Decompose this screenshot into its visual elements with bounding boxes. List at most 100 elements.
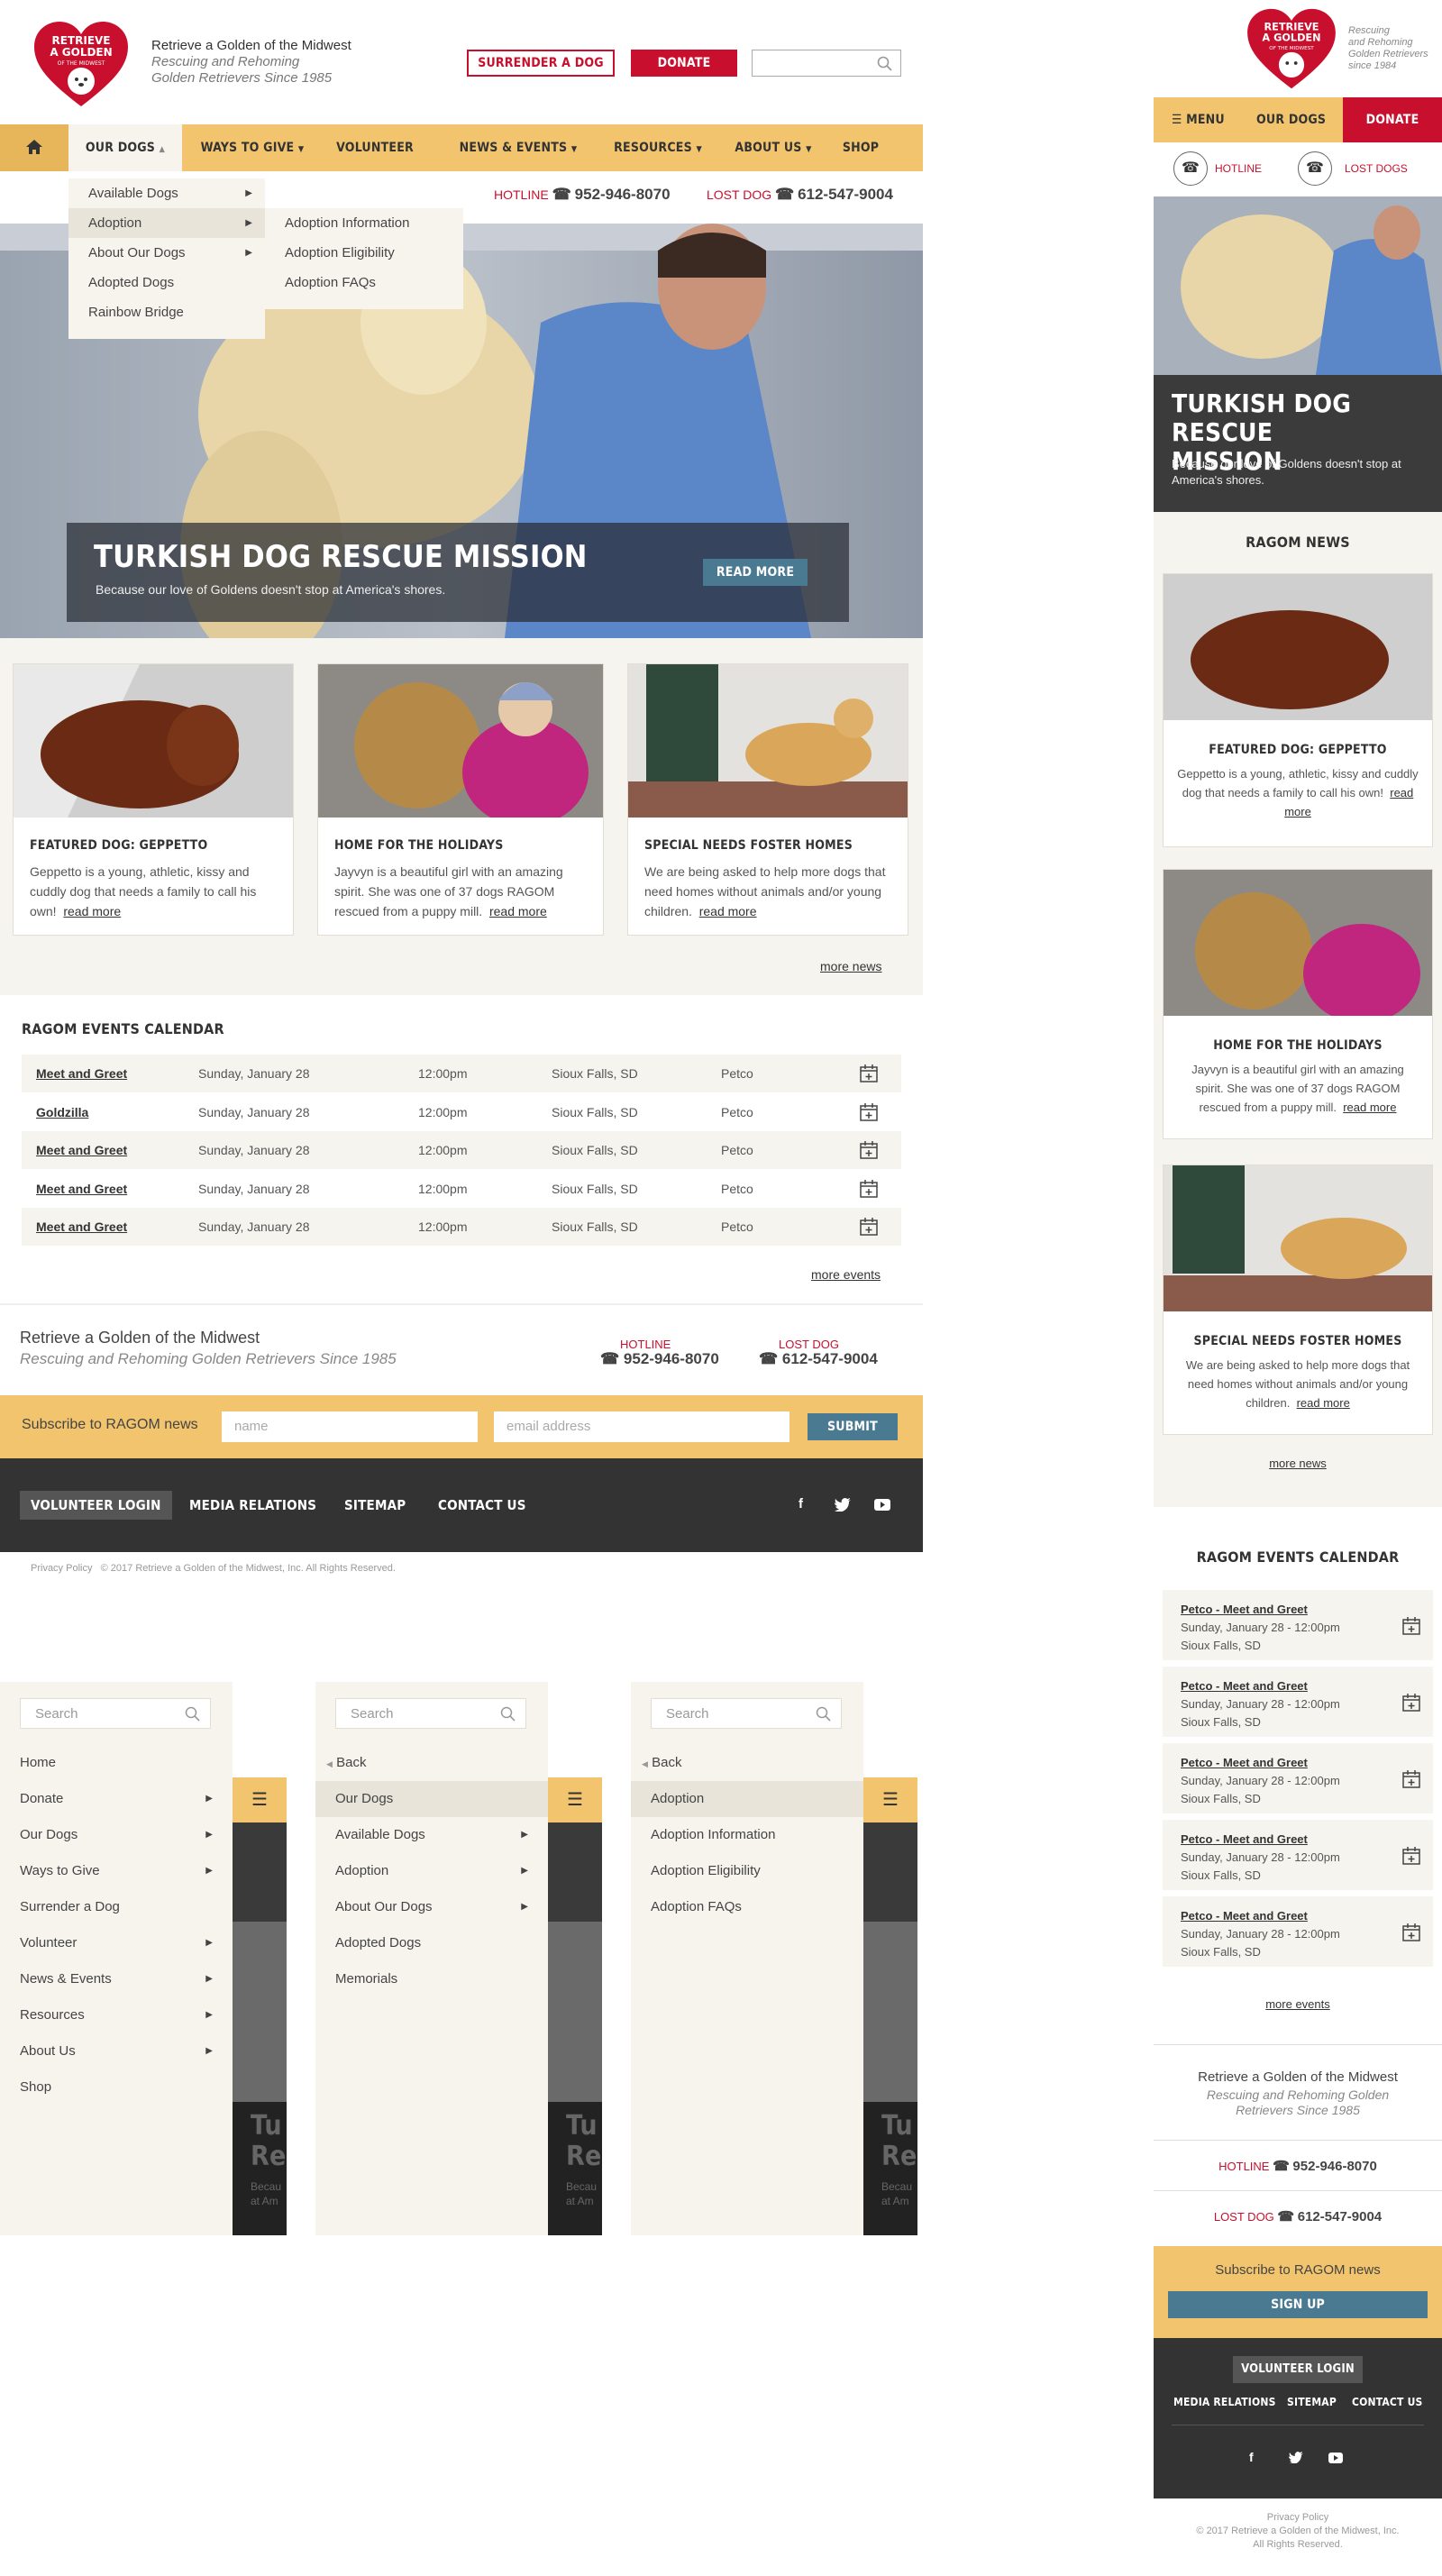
drawer-menu-item[interactable]: Shop (0, 2069, 233, 2106)
lostdog-desktop[interactable]: LOST DOG ☎ 612-547-9004 (707, 186, 893, 204)
add-to-calendar-icon[interactable] (860, 1141, 878, 1159)
facebook-icon[interactable]: f (799, 1496, 803, 1512)
drawer-menu-item[interactable]: About Our Dogs ▶ (315, 1889, 548, 1925)
privacy-link[interactable]: Privacy Policy (31, 1563, 92, 1574)
add-to-calendar-icon[interactable] (1402, 1847, 1420, 1865)
mobile-news-card[interactable]: Featured Dog: Geppetto Geppetto is a youn… (1163, 573, 1433, 847)
mobile-lostdog-phone-icon[interactable]: ☎ (1298, 151, 1332, 186)
drawer-menu-item[interactable]: Adoption ▶ (315, 1853, 548, 1889)
subscribe-email-input[interactable]: email address (494, 1411, 789, 1442)
mobile-signup-button[interactable]: Sign Up (1168, 2291, 1428, 2318)
add-to-calendar-icon[interactable] (860, 1102, 878, 1121)
nav-news-events[interactable]: News & Events ▼ (451, 124, 586, 171)
dd-adoption-info[interactable]: Adoption Information (265, 208, 463, 238)
mobile-hotline-phone-icon[interactable]: ☎ (1173, 151, 1208, 186)
logo-heart-icon[interactable]: RETRIEVE A GOLDEN OF THE MIDWEST (32, 20, 130, 110)
mobile-logo-icon[interactable]: RETRIEVE A GOLDEN OF THE MIDWEST (1244, 7, 1339, 92)
twitter-icon[interactable] (1289, 2452, 1303, 2463)
mobile-event-name-link[interactable]: Petco - Meet and Greet (1181, 1754, 1433, 1772)
more-news-link[interactable]: more news (820, 959, 881, 973)
hamburger-icon[interactable]: ☰ (863, 1777, 917, 1822)
search-icon[interactable] (877, 56, 893, 72)
mobile-media-relations[interactable]: Media Relations (1173, 2396, 1276, 2408)
drawer-menu-item[interactable]: Adoption FAQs (631, 1889, 863, 1925)
drawer-menu-item[interactable]: Donate ▶ (0, 1781, 233, 1817)
youtube-icon[interactable] (874, 1499, 890, 1511)
mobile-volunteer-login[interactable]: Volunteer Login (1233, 2356, 1363, 2383)
dd-rainbow-bridge[interactable]: Rainbow Bridge (68, 297, 265, 327)
read-more-link[interactable]: read more (1343, 1101, 1396, 1114)
add-to-calendar-icon[interactable] (1402, 1694, 1420, 1712)
contact-us-link[interactable]: Contact Us (438, 1491, 526, 1520)
donate-button[interactable]: Donate (631, 50, 737, 77)
dd-adopted-dogs[interactable]: Adopted Dogs (68, 268, 265, 297)
mobile-news-card[interactable]: Home for the Holidays Jayvyn is a beautif… (1163, 869, 1433, 1139)
footer-lostdog[interactable]: ☎ 612-547-9004 (759, 1350, 878, 1368)
hamburger-icon[interactable]: ☰ (548, 1777, 602, 1822)
add-to-calendar-icon[interactable] (860, 1179, 878, 1198)
drawer-menu-item[interactable]: Our Dogs ▶ (0, 1817, 233, 1853)
nav-about-us[interactable]: About Us ▼ (728, 124, 818, 171)
mobile-hotline-label[interactable]: HOTLINE (1215, 162, 1262, 175)
surrender-dog-button[interactable]: Surrender a Dog (467, 50, 615, 77)
mobile-more-events-link[interactable]: more events (1154, 1997, 1442, 2011)
hotline-desktop[interactable]: HOTLINE ☎ 952-946-8070 (494, 186, 671, 204)
read-more-link[interactable]: read more (63, 904, 121, 918)
more-events-link[interactable]: more events (811, 1267, 881, 1282)
add-to-calendar-icon[interactable] (860, 1064, 878, 1082)
drawer-search-input[interactable]: Search (651, 1698, 842, 1729)
event-name-link[interactable]: Meet and Greet (36, 1208, 127, 1246)
mobile-event-name-link[interactable]: Petco - Meet and Greet (1181, 1907, 1433, 1925)
drawer-menu-item[interactable]: Adopted Dogs (315, 1925, 548, 1961)
news-card[interactable]: Home for the Holidays Jayvyn is a beauti… (317, 663, 604, 936)
dd-adoption[interactable]: Adoption ▶ (68, 208, 265, 238)
subscribe-name-input[interactable]: name (222, 1411, 478, 1442)
mobile-sitemap[interactable]: Sitemap (1287, 2396, 1337, 2408)
dd-about-our-dogs[interactable]: About Our Dogs ▶ (68, 238, 265, 268)
drawer-search-input[interactable]: Search (20, 1698, 211, 1729)
hero-read-more-button[interactable]: Read More (703, 559, 808, 586)
nav-home[interactable] (0, 124, 68, 171)
drawer-back-button[interactable]: ◀ Back (315, 1745, 548, 1781)
drawer-menu-item[interactable]: Adoption Information (631, 1817, 863, 1853)
drawer-search-input[interactable]: Search (335, 1698, 526, 1729)
mobile-menu-button[interactable]: ☰ Menu (1172, 97, 1225, 142)
read-more-link[interactable]: read more (1297, 1396, 1350, 1410)
footer-hotline[interactable]: ☎ 952-946-8070 (600, 1350, 719, 1368)
drawer-menu-item[interactable]: Memorials (315, 1961, 548, 1997)
nav-resources[interactable]: Resources ▼ (604, 124, 712, 171)
add-to-calendar-icon[interactable] (1402, 1770, 1420, 1788)
nav-volunteer[interactable]: Volunteer (323, 124, 427, 171)
add-to-calendar-icon[interactable] (860, 1218, 878, 1236)
volunteer-login-link[interactable]: Volunteer Login (20, 1491, 172, 1520)
mobile-event-name-link[interactable]: Petco - Meet and Greet (1181, 1601, 1433, 1619)
read-more-link[interactable]: read more (699, 904, 757, 918)
media-relations-link[interactable]: Media Relations (189, 1491, 316, 1520)
drawer-menu-item[interactable]: Adoption Eligibility (631, 1853, 863, 1889)
event-name-link[interactable]: Goldzilla (36, 1093, 88, 1131)
event-name-link[interactable]: Meet and Greet (36, 1131, 127, 1169)
twitter-icon[interactable] (835, 1498, 851, 1512)
read-more-link[interactable]: read more (489, 904, 547, 918)
nav-ways-to-give[interactable]: Ways to Give ▼ (189, 124, 315, 171)
mobile-our-dogs[interactable]: Our Dogs (1256, 97, 1326, 142)
facebook-icon[interactable]: f (1249, 2450, 1254, 2464)
hamburger-icon[interactable]: ☰ (233, 1777, 287, 1822)
mobile-footer-hotline[interactable]: HOTLINE ☎ 952-946-8070 (1154, 2158, 1442, 2174)
news-card[interactable]: Featured Dog: Geppetto Geppetto is a you… (13, 663, 294, 936)
search-icon[interactable] (185, 1706, 201, 1722)
nav-our-dogs[interactable]: Our Dogs ▲ (68, 124, 182, 171)
mobile-more-news-link[interactable]: more news (1154, 1457, 1442, 1470)
drawer-menu-item[interactable]: Resources ▶ (0, 1997, 233, 2033)
drawer-menu-item[interactable]: Our Dogs (315, 1781, 548, 1817)
event-name-link[interactable]: Meet and Greet (36, 1055, 127, 1092)
mobile-donate-button[interactable]: Donate (1343, 97, 1442, 142)
search-icon[interactable] (816, 1706, 832, 1722)
sitemap-link[interactable]: Sitemap (344, 1491, 406, 1520)
mobile-privacy-link[interactable]: Privacy Policy (1154, 2511, 1442, 2525)
mobile-lostdog-label[interactable]: LOST DOGS (1345, 162, 1408, 175)
add-to-calendar-icon[interactable] (1402, 1923, 1420, 1941)
nav-shop[interactable]: Shop (829, 124, 892, 171)
drawer-menu-item[interactable]: Home (0, 1745, 233, 1781)
search-input[interactable] (752, 50, 901, 77)
